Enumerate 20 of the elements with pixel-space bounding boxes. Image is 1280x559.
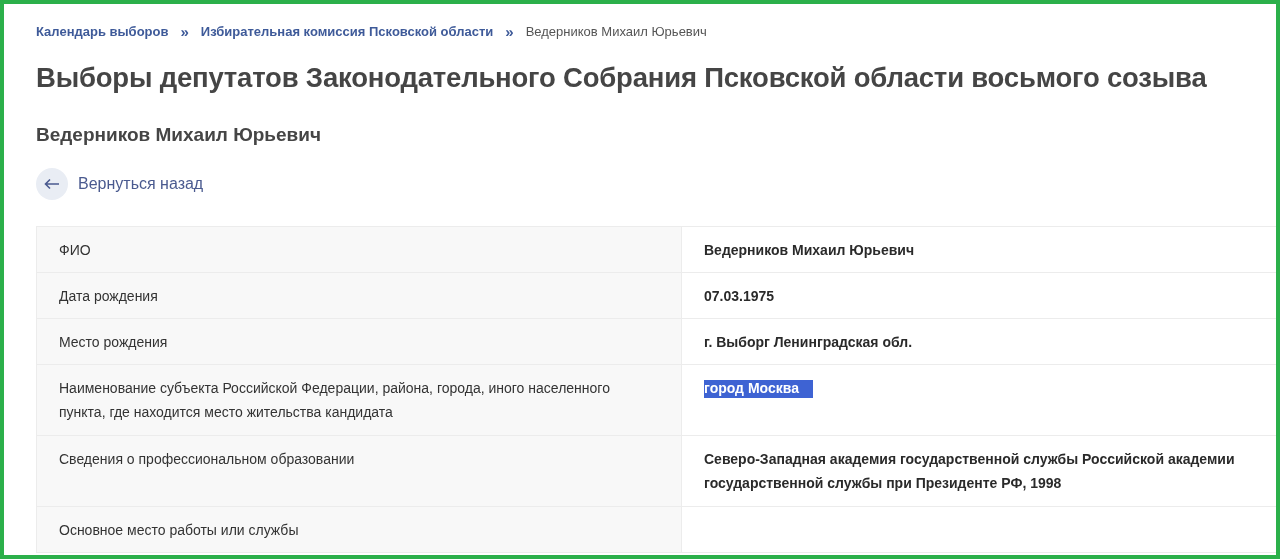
- field-value: Северо-Западная академия государственной службы Российской академии государственной службы при Президенте РФ, 1998: [704, 451, 1235, 491]
- breadcrumb-link[interactable]: Избирательная комиссия Псковской области: [200, 23, 494, 39]
- field-value: Ведерников Михаил Юрьевич: [704, 241, 914, 258]
- field-label: Наименование субъекта Российской Федерации, района, города, иного населенного пункта, где находится место жительства кандидата: [36, 364, 682, 436]
- field-label: Основное место работы или службы: [36, 506, 682, 553]
- breadcrumb-current: Ведерников Михаил Юрьевич: [525, 23, 707, 39]
- candidate-name: Ведерников Михаил Юрьевич: [36, 124, 322, 146]
- field-label: ФИО: [36, 226, 682, 273]
- page-title: Выборы депутатов Законодательного Собрания Псковской области восьмого созыва: [36, 62, 1208, 94]
- breadcrumb-separator: »: [505, 22, 514, 40]
- back-link[interactable]: Вернуться назад: [36, 168, 204, 200]
- field-value: 07.03.1975: [704, 287, 775, 304]
- field-label: Сведения о профессиональном образовании: [36, 435, 682, 507]
- back-arrow-icon: [44, 178, 60, 190]
- field-label: Дата рождения: [36, 272, 682, 319]
- breadcrumb-link[interactable]: Календарь выборов: [36, 23, 169, 39]
- field-label: Место рождения: [36, 318, 682, 365]
- field-value: г. Выборг Ленинградская обл.: [704, 333, 913, 350]
- breadcrumb-separator: »: [180, 22, 189, 40]
- field-value: город Москва: [704, 380, 813, 398]
